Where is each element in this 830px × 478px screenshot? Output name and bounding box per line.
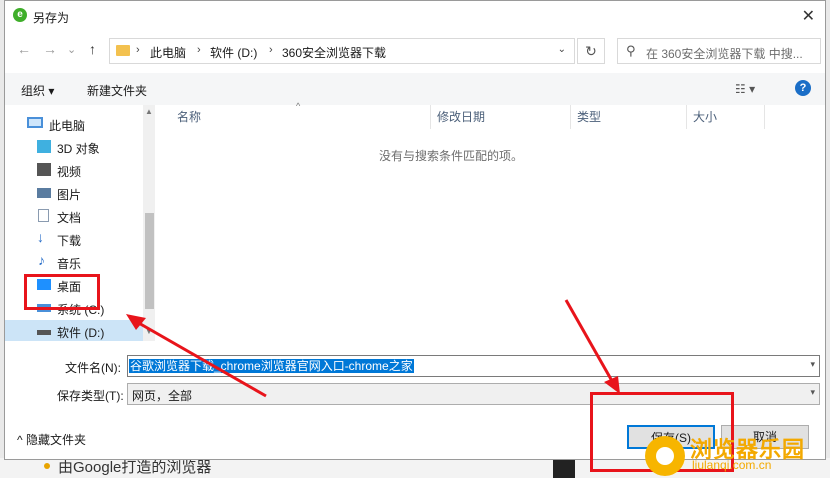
annotation-arrowhead-desktop xyxy=(126,314,146,330)
annotation-arrowhead-save xyxy=(604,376,620,394)
annotation-arrow-to-save xyxy=(564,299,618,389)
annotation-arrow-to-desktop xyxy=(129,316,267,398)
watermark-subtitle: liulanqi.com.cn xyxy=(692,458,772,472)
watermark-logo-icon xyxy=(645,436,685,476)
annotation-arrows xyxy=(126,299,620,398)
